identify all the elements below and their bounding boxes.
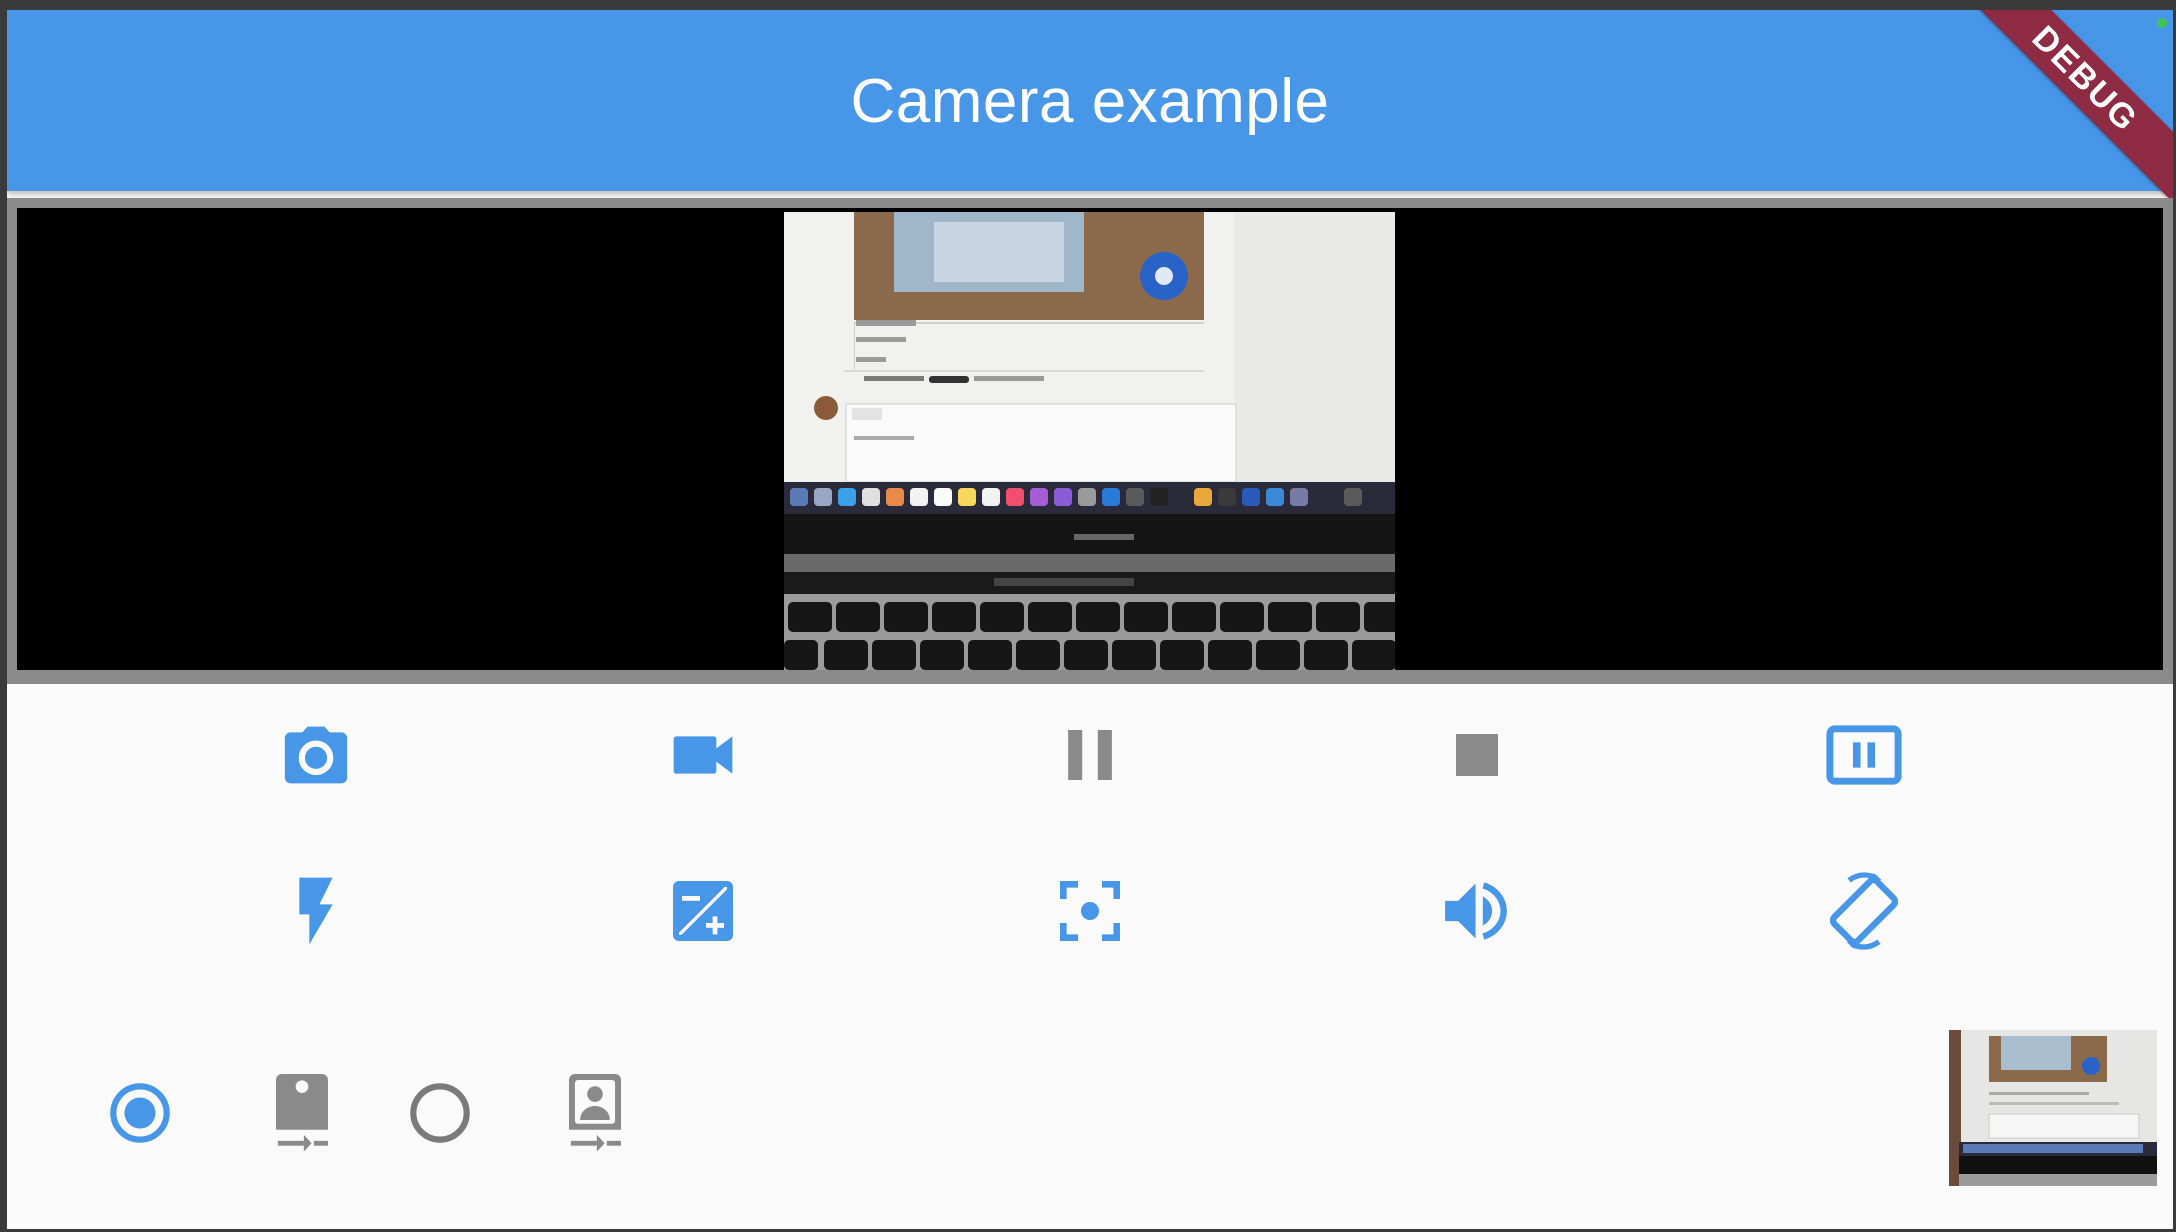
camera-rear-icon xyxy=(276,1074,328,1152)
filter-center-focus-icon xyxy=(1060,881,1120,941)
stop-icon xyxy=(1456,734,1498,776)
screen-rotation-icon xyxy=(1829,872,1899,950)
last-capture-thumbnail[interactable] xyxy=(1949,1030,2157,1186)
app-bar: Camera example xyxy=(7,10,2173,191)
capture-orientation-lock-button[interactable] xyxy=(1814,861,1914,961)
pause-preview-button[interactable] xyxy=(1814,705,1914,805)
videocam-icon xyxy=(673,736,733,774)
flash-mode-button[interactable] xyxy=(266,861,366,961)
focus-mode-button[interactable] xyxy=(1040,861,1140,961)
page-title: Camera example xyxy=(850,67,1330,136)
stop-recording-button[interactable] xyxy=(1427,705,1527,805)
camera-preview-area xyxy=(17,208,2163,670)
radio-unselected-icon xyxy=(410,1083,470,1143)
audio-toggle-button[interactable] xyxy=(1427,861,1527,961)
camera-option-front-radio[interactable] xyxy=(395,1068,485,1158)
camera-selection-row xyxy=(7,1055,707,1175)
camera-icon xyxy=(284,726,348,784)
camera-preview-frame xyxy=(7,198,2173,684)
settings-controls-row xyxy=(7,861,2173,961)
volume-up-icon xyxy=(1445,882,1507,940)
camera-feed-image xyxy=(784,212,1395,670)
exposure-mode-button[interactable] xyxy=(653,861,753,961)
capture-controls-row xyxy=(7,705,2173,805)
camera-option-back-radio[interactable] xyxy=(95,1068,185,1158)
app-window: Camera example DEBUG xyxy=(7,10,2173,1229)
flash-on-icon xyxy=(299,877,333,945)
pause-recording-button[interactable] xyxy=(1040,705,1140,805)
radio-selected-icon xyxy=(110,1083,170,1143)
pause-presentation-icon xyxy=(1826,725,1902,785)
camera-option-front-label[interactable] xyxy=(550,1068,640,1158)
record-video-button[interactable] xyxy=(653,705,753,805)
pause-icon xyxy=(1068,730,1112,780)
status-dot xyxy=(2157,18,2167,28)
camera-option-back-label[interactable] xyxy=(257,1068,347,1158)
camera-front-icon xyxy=(569,1074,621,1152)
exposure-icon xyxy=(673,881,733,941)
take-picture-button[interactable] xyxy=(266,705,366,805)
